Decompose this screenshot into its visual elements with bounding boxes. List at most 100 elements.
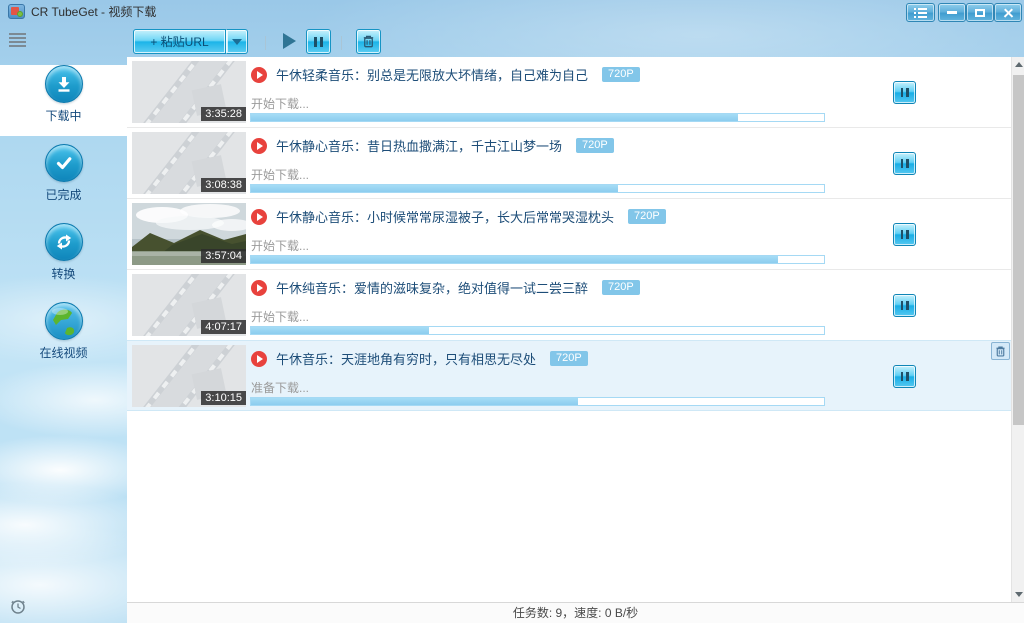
pause-button[interactable] [893,294,916,317]
thumbnail: 3:10:15 [132,345,246,407]
pause-icon [314,37,317,47]
sidebar-item-convert[interactable]: 转换 [0,223,127,294]
video-title: 午休音乐：天涯地角有穷时，只有相思无尽处 [276,349,536,368]
progress-fill [251,114,738,121]
duration-badge: 4:07:17 [201,320,246,334]
chevron-down-icon [232,39,242,45]
duration-badge: 3:08:38 [201,178,246,192]
duration-badge: 3:10:15 [201,391,246,405]
quality-badge: 720P [602,280,640,295]
download-row[interactable]: 3:35:28 午休轻柔音乐：别总是无限放大坏情绪，自己难为自己 720P 开始… [127,57,1011,128]
title-line: 午休音乐：天涯地角有穷时，只有相思无尽处 720P [251,349,588,368]
status-text: 开始下载... [251,237,309,254]
minimize-button[interactable] [938,3,966,22]
trash-icon [361,34,376,49]
progress-bar [250,255,825,264]
titlebar: CR TubeGet - 视频下载 [0,0,1024,25]
sidebar-item-label: 下载中 [0,107,127,124]
progress-bar [250,397,825,406]
progress-fill [251,327,429,334]
title-line: 午休纯音乐：爱情的滋味复杂，绝对值得一试二尝三醉 720P [251,278,640,297]
quality-badge: 720P [628,209,666,224]
video-source-icon [251,138,267,154]
video-source-icon [251,280,267,296]
video-title: 午休静心音乐：小时候常常尿湿被子，长大后常常哭湿枕头 [276,207,614,226]
pause-button[interactable] [893,81,916,104]
app-window: CR TubeGet - 视频下载 + 粘贴URL [0,0,1024,623]
download-row[interactable]: 3:57:04 午休静心音乐：小时候常常尿湿被子，长大后常常哭湿枕头 720P … [127,199,1011,270]
download-list: 3:35:28 午休轻柔音乐：别总是无限放大坏情绪，自己难为自己 720P 开始… [127,57,1011,602]
scrollbar[interactable] [1011,57,1024,602]
menu-icon [914,8,927,10]
convert-icon [45,223,83,261]
quality-badge: 720P [602,67,640,82]
download-row[interactable]: 3:08:38 午休静心音乐：昔日热血撒满江，千古江山梦一场 720P 开始下载… [127,128,1011,199]
video-source-icon [251,351,267,367]
minimize-icon [947,11,957,14]
menu-button[interactable] [906,3,935,22]
status-bar: 任务数: 9，速度: 0 B/秒 [127,602,1024,623]
toolbar-separator [265,36,266,50]
progress-bar [250,113,825,122]
download-row[interactable]: 3:10:15 午休音乐：天涯地角有穷时，只有相思无尽处 720P 准备下载..… [127,340,1011,411]
scroll-up-arrow[interactable] [1012,57,1024,72]
quality-badge: 720P [576,138,614,153]
quality-badge: 720P [550,351,588,366]
title-line: 午休静心音乐：昔日热血撒满江，千古江山梦一场 720P [251,136,614,155]
pause-button[interactable] [893,223,916,246]
thumbnail: 4:07:17 [132,274,246,336]
status-text: 开始下载... [251,95,309,112]
download-row[interactable]: 4:07:17 午休纯音乐：爱情的滋味复杂，绝对值得一试二尝三醉 720P 开始… [127,270,1011,341]
paste-url-label: + 粘贴URL [150,33,208,50]
sidebar-item-downloading[interactable]: 下载中 [0,65,127,136]
scrollbar-thumb[interactable] [1013,75,1024,425]
progress-bar [250,326,825,335]
close-icon [1003,7,1014,18]
delete-icon[interactable] [991,342,1010,360]
toolbar: + 粘贴URL [0,25,1024,57]
sidebar-item-completed[interactable]: 已完成 [0,144,127,215]
video-title: 午休静心音乐：昔日热血撒满江，千古江山梦一场 [276,136,562,155]
video-source-icon [251,67,267,83]
window-title: CR TubeGet - 视频下载 [31,0,156,25]
title-line: 午休轻柔音乐：别总是无限放大坏情绪，自己难为自己 720P [251,65,640,84]
video-title: 午休轻柔音乐：别总是无限放大坏情绪，自己难为自己 [276,65,588,84]
pause-button[interactable] [893,152,916,175]
sidebar-item-online-video[interactable]: 在线视频 [0,302,127,373]
thumbnail: 3:35:28 [132,61,246,123]
globe-icon [45,302,83,340]
clock-icon[interactable] [10,598,27,615]
app-icon [8,4,25,19]
maximize-button[interactable] [966,3,994,22]
check-icon [45,144,83,182]
pause-all-button[interactable] [306,29,331,54]
status-text: 准备下载... [251,379,309,396]
progress-bar [250,184,825,193]
toolbar-separator [341,36,342,50]
progress-fill [251,256,778,263]
start-all-button[interactable] [283,33,296,49]
status-text: 开始下载... [251,308,309,325]
sidebar-item-label: 在线视频 [0,344,127,361]
duration-badge: 3:35:28 [201,107,246,121]
thumbnail: 3:08:38 [132,132,246,194]
sidebar-item-label: 已完成 [0,186,127,203]
scroll-down-arrow[interactable] [1012,587,1024,602]
thumbnail: 3:57:04 [132,203,246,265]
duration-badge: 3:57:04 [201,249,246,263]
pause-button[interactable] [893,365,916,388]
maximize-icon [975,9,985,17]
status-text: 开始下载... [251,166,309,183]
delete-all-button[interactable] [356,29,381,54]
paste-url-button[interactable]: + 粘贴URL [133,29,226,54]
progress-fill [251,398,578,405]
sidebar-item-label: 转换 [0,265,127,282]
paste-url-dropdown[interactable] [226,29,248,54]
video-source-icon [251,209,267,225]
list-menu-icon[interactable] [9,33,26,47]
video-title: 午休纯音乐：爱情的滋味复杂，绝对值得一试二尝三醉 [276,278,588,297]
sidebar: 下载中 已完成 转换 在线视频 [0,57,127,623]
progress-fill [251,185,618,192]
close-button[interactable] [994,3,1022,22]
title-line: 午休静心音乐：小时候常常尿湿被子，长大后常常哭湿枕头 720P [251,207,666,226]
